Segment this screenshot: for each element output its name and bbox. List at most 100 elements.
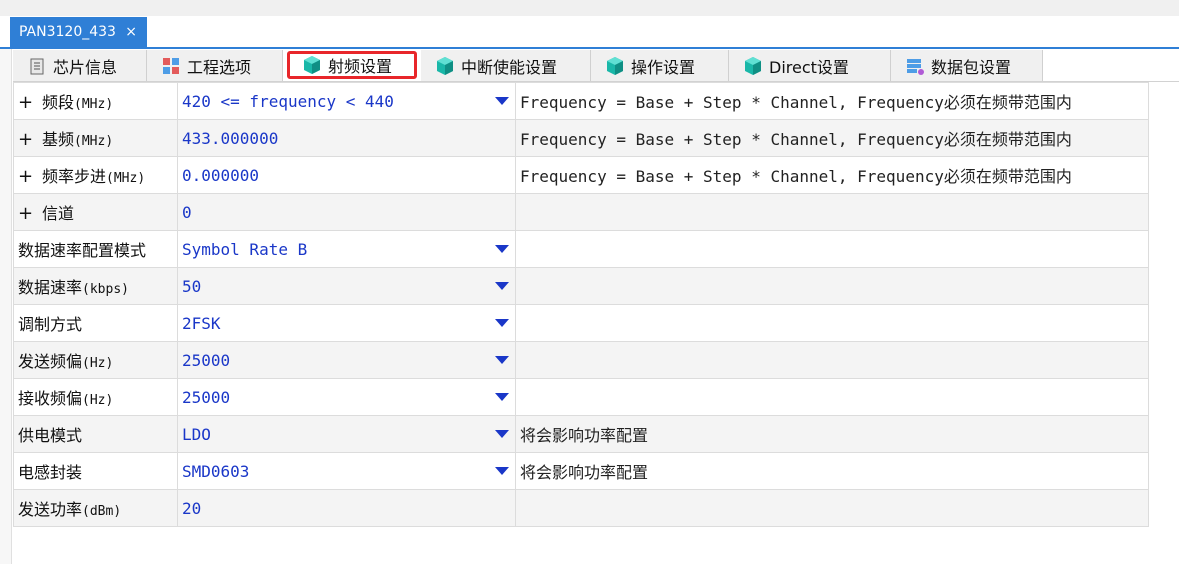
property-description <box>515 193 1149 231</box>
property-unit: (Hz) <box>82 356 114 371</box>
tab-direct[interactable]: Direct设置 <box>729 50 891 81</box>
property-value-field[interactable]: 0 <box>177 193 516 231</box>
property-description <box>515 230 1149 268</box>
property-unit: (MHz) <box>74 97 114 112</box>
property-value-dropdown[interactable]: SMD0603 <box>177 452 516 490</box>
settings-tab-bar: 芯片信息 工程选项 射频设置 中断使能设置 操作设置 Direct设置 数据包设… <box>13 50 1179 82</box>
close-icon[interactable]: × <box>125 17 137 47</box>
property-value: 20 <box>182 498 202 518</box>
tab-label: Direct设置 <box>769 57 849 77</box>
dropdown-arrow-icon[interactable] <box>495 97 509 105</box>
property-row[interactable]: + 信道 0 <box>13 193 1149 231</box>
tab-label: 数据包设置 <box>931 57 1012 77</box>
property-value: 25000 <box>182 387 231 407</box>
property-value-field[interactable]: 20 <box>177 489 516 527</box>
property-name: 频段 <box>42 93 75 112</box>
property-row[interactable]: 供电模式 LDO 将会影响功率配置 <box>13 415 1149 453</box>
property-description <box>515 304 1149 342</box>
dropdown-arrow-icon[interactable] <box>495 467 509 475</box>
left-gutter <box>0 49 12 564</box>
tab-packet-settings[interactable]: 数据包设置 <box>891 50 1043 81</box>
property-row[interactable]: 数据速率配置模式 Symbol Rate B <box>13 230 1149 268</box>
tab-rf-settings[interactable]: 射频设置 <box>287 51 417 79</box>
property-name: 调制方式 <box>18 315 83 334</box>
property-row[interactable]: + 频段(MHz) 420 <= frequency < 440 Frequency … <box>13 82 1149 120</box>
cube-icon <box>437 56 453 75</box>
property-row[interactable]: 发送频偏(Hz) 25000 <box>13 341 1149 379</box>
dropdown-arrow-icon[interactable] <box>495 319 509 327</box>
property-value: 0.000000 <box>182 165 260 185</box>
tab-interrupt-enable[interactable]: 中断使能设置 <box>421 50 591 81</box>
property-value: 433.000000 <box>182 128 279 148</box>
document-tab-bar: PAN3120_433 × <box>0 16 1179 49</box>
property-value: Symbol Rate B <box>182 239 308 259</box>
dropdown-arrow-icon[interactable] <box>495 393 509 401</box>
property-name-cell: + 频率步进(MHz) <box>13 156 178 194</box>
property-value-dropdown[interactable]: 25000 <box>177 378 516 416</box>
document-tab[interactable]: PAN3120_433 × <box>10 17 147 47</box>
property-description <box>515 489 1149 527</box>
property-description: 将会影响功率配置 <box>515 415 1149 453</box>
dropdown-arrow-icon[interactable] <box>495 282 509 290</box>
property-description <box>515 267 1149 305</box>
property-value-dropdown[interactable]: 50 <box>177 267 516 305</box>
property-row[interactable]: + 基频(MHz) 433.000000 Frequency = Base + Ste… <box>13 119 1149 157</box>
property-value: 420 <= frequency < 440 <box>182 91 394 111</box>
property-name-cell: 电感封装 <box>13 452 178 490</box>
tab-chip-info[interactable]: 芯片信息 <box>13 50 147 81</box>
property-name: 发送频偏 <box>18 352 83 371</box>
cube-icon <box>304 56 320 74</box>
property-description: Frequency = Base + Step * Channel, Frequ… <box>515 82 1149 120</box>
property-value: 0 <box>182 202 192 222</box>
property-unit: (MHz) <box>106 171 146 186</box>
dropdown-arrow-icon[interactable] <box>495 245 509 253</box>
chip-info-icon <box>30 58 44 74</box>
document-tab-title: PAN3120_433 <box>19 24 116 40</box>
dropdown-arrow-icon[interactable] <box>495 356 509 364</box>
property-description: 将会影响功率配置 <box>515 452 1149 490</box>
property-value-dropdown[interactable]: 420 <= frequency < 440 <box>177 82 516 120</box>
property-row[interactable]: 数据速率(kbps) 50 <box>13 267 1149 305</box>
project-options-icon <box>163 57 179 74</box>
property-value-dropdown[interactable]: LDO <box>177 415 516 453</box>
expand-icon[interactable]: + <box>18 92 42 113</box>
property-row[interactable]: 发送功率(dBm) 20 <box>13 489 1149 527</box>
property-name: 数据速率配置模式 <box>18 241 147 260</box>
property-name: 电感封装 <box>18 463 83 482</box>
property-value-dropdown[interactable]: Symbol Rate B <box>177 230 516 268</box>
property-name: 频率步进 <box>42 167 107 186</box>
property-name: 接收频偏 <box>18 389 83 408</box>
property-description: Frequency = Base + Step * Channel, Frequ… <box>515 119 1149 157</box>
property-name: 数据速率 <box>18 278 83 297</box>
property-row[interactable]: + 频率步进(MHz) 0.000000 Frequency = Base + Ste… <box>13 156 1149 194</box>
expand-icon[interactable]: + <box>18 129 42 150</box>
property-name-cell: 调制方式 <box>13 304 178 342</box>
tab-operation[interactable]: 操作设置 <box>591 50 729 81</box>
property-value: SMD0603 <box>182 461 250 481</box>
property-row[interactable]: 接收频偏(Hz) 25000 <box>13 378 1149 416</box>
property-name: 发送功率 <box>18 500 83 519</box>
property-unit: (kbps) <box>82 282 129 297</box>
property-description: Frequency = Base + Step * Channel, Frequ… <box>515 156 1149 194</box>
property-value-dropdown[interactable]: 2FSK <box>177 304 516 342</box>
property-value-dropdown[interactable]: 25000 <box>177 341 516 379</box>
cube-icon <box>607 56 623 75</box>
expand-icon[interactable]: + <box>18 166 42 187</box>
expand-icon[interactable]: + <box>18 203 42 224</box>
tab-label: 射频设置 <box>328 57 393 76</box>
dropdown-arrow-icon[interactable] <box>495 430 509 438</box>
property-name-cell: + 信道 <box>13 193 178 231</box>
property-value: 25000 <box>182 350 231 370</box>
property-row[interactable]: 调制方式 2FSK <box>13 304 1149 342</box>
property-value-field[interactable]: 0.000000 <box>177 156 516 194</box>
property-row[interactable]: 电感封装 SMD0603 将会影响功率配置 <box>13 452 1149 490</box>
tab-label: 芯片信息 <box>53 57 118 77</box>
property-name: 信道 <box>42 204 75 223</box>
property-description <box>515 341 1149 379</box>
tab-label: 工程选项 <box>187 57 252 77</box>
tab-project-options[interactable]: 工程选项 <box>147 50 283 81</box>
property-value-field[interactable]: 433.000000 <box>177 119 516 157</box>
property-name-cell: 数据速率配置模式 <box>13 230 178 268</box>
property-name: 基频 <box>42 130 75 149</box>
property-unit: (dBm) <box>82 504 122 519</box>
